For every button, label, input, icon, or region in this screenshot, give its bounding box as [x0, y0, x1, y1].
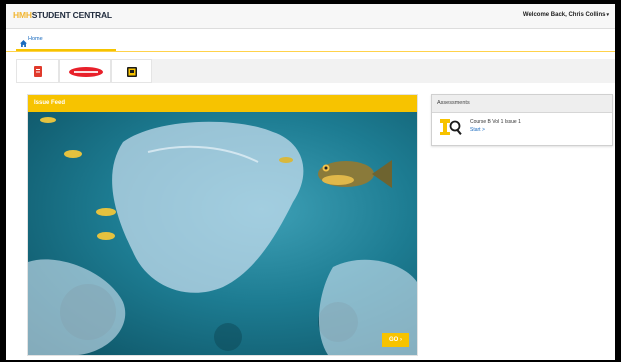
app-window: HMHSTUDENT CENTRAL Welcome Back, Chris C…: [6, 4, 615, 360]
issue-card: Issue Feed GO ›: [27, 94, 418, 356]
main-nav: Home: [6, 29, 615, 52]
app-launcher-bar: [16, 59, 615, 83]
yellow-app-icon: [127, 67, 137, 77]
assessment-course: Course B Vol 1 Issue 1: [470, 119, 521, 125]
go-button-label: GO: [388, 337, 399, 343]
assessment-icon: [439, 117, 463, 142]
assessments-title: Assessments: [437, 100, 470, 106]
app-tab-read-180[interactable]: [59, 59, 111, 83]
nav-tab-home-label: Home: [28, 36, 43, 42]
issue-cover-image[interactable]: GO ›: [28, 112, 417, 355]
brand-title: STUDENT CENTRAL: [31, 10, 112, 20]
top-bar: HMHSTUDENT CENTRAL Welcome Back, Chris C…: [6, 4, 615, 29]
start-assessment-link[interactable]: Start >: [470, 127, 485, 133]
ocean-plastic-illustration: [28, 117, 417, 355]
issue-card-header: Issue Feed: [28, 95, 417, 112]
caret-down-icon: ▾: [606, 12, 609, 18]
home-icon: [20, 34, 27, 52]
fish-large: [318, 160, 392, 188]
issue-card-title: Issue Feed: [34, 100, 66, 106]
red-book-icon: [34, 66, 42, 77]
app-tab-yellow[interactable]: [111, 59, 152, 83]
brand-logo[interactable]: HMHSTUDENT CENTRAL: [13, 10, 112, 20]
go-button[interactable]: GO ›: [382, 333, 409, 347]
assessments-card: Assessments Course B Vol 1 Issue 1 Start…: [431, 94, 613, 146]
user-menu-label: Welcome Back, Chris Collins: [522, 12, 606, 18]
app-tab-red-book[interactable]: [16, 59, 59, 83]
read-180-logo-icon: [69, 67, 103, 77]
brand-accent: HMH: [13, 10, 32, 20]
user-menu[interactable]: Welcome Back, Chris Collins▾: [523, 12, 609, 18]
assessments-header: Assessments: [432, 95, 612, 113]
nav-tab-home[interactable]: Home: [16, 29, 116, 51]
